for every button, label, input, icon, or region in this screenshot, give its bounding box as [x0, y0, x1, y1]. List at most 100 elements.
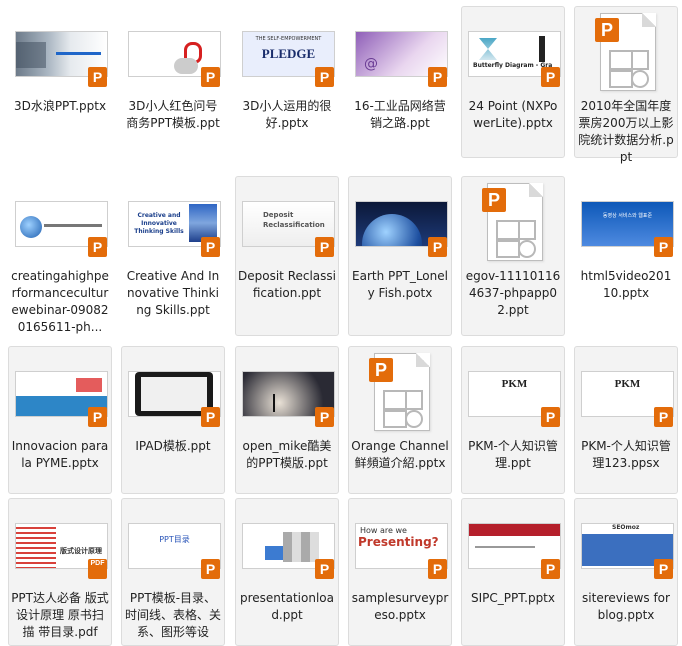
file-name: samplesurveypreso.pptx: [351, 591, 449, 622]
file-item[interactable]: P Innovacion para la PYME.pptx: [8, 346, 112, 494]
file-item[interactable]: Ppresentationload.ppt: [235, 498, 339, 646]
file-thumbnail: P: [462, 177, 564, 267]
file-item[interactable]: P SIPC_PPT.pptx: [461, 498, 565, 646]
ppt-badge-icon: P: [595, 18, 619, 42]
file-name: Creative And Innovative Thinking Skills.…: [126, 269, 220, 317]
file-item[interactable]: How are we Presenting? Psamplesurveypreso.…: [348, 498, 452, 646]
file-name: 3D小人红色问号商务PPT模板.ppt: [126, 99, 220, 130]
ppt-badge-icon: P: [654, 559, 673, 579]
file-item[interactable]: THE SELF-EMPOWERMENT PLEDGE P 3D小人运用的很好.ppt…: [235, 6, 339, 158]
file-name: PPT达人必备 版式设计原理 原书扫描 带目录.pdf: [11, 591, 109, 639]
file-name: 2010年全国年度票房200万以上影院统计数据分析.ppt: [578, 99, 674, 164]
file-thumbnail: Deposit Reclassification P: [236, 177, 338, 267]
ppt-badge-icon: P: [369, 358, 393, 382]
file-name: Deposit Reclassification.ppt: [238, 269, 336, 300]
file-name: sitereviews for blog.pptx: [582, 591, 670, 622]
file-thumbnail: P: [236, 347, 338, 437]
file-name: presentationload.ppt: [240, 591, 334, 622]
ppt-badge-icon: P: [654, 407, 673, 427]
file-name: creatingahighperformanceculturewebinar-0…: [11, 269, 109, 334]
ppt-badge-icon: P: [541, 559, 560, 579]
file-thumbnail: P: [9, 347, 111, 437]
file-thumbnail: P: [349, 177, 451, 267]
file-name: 3D小人运用的很好.pptx: [242, 99, 332, 130]
file-name: html5video20110.pptx: [580, 269, 672, 300]
ppt-badge-icon: P: [428, 237, 447, 257]
ppt-badge-icon: P: [88, 67, 107, 87]
file-item[interactable]: PKM P PKM-个人知识管理123.ppsx: [574, 346, 678, 494]
ppt-badge-icon: P: [482, 188, 506, 212]
ppt-badge-icon: P: [315, 407, 334, 427]
file-thumbnail: @ P: [349, 7, 451, 97]
ppt-badge-icon: P: [315, 559, 334, 579]
file-thumbnail: PKM P: [575, 347, 677, 437]
file-thumbnail: 동영상 서비스와 웹표준 P: [575, 177, 677, 267]
ppt-badge-icon: P: [541, 67, 560, 87]
file-grid: P 3D水浪PPT.pptx P 3D小人红色问号商务PPT模板.ppt THE SEL…: [0, 0, 682, 646]
file-item[interactable]: @ P 16-工业品网络营销之路.ppt: [348, 6, 452, 158]
file-item[interactable]: 版式设计原理 PDF PPT达人必备 版式设计原理 原书扫描 带目录.pdf: [8, 498, 112, 646]
file-item[interactable]: SEOmoz Psitereviews for blog.pptx: [574, 498, 678, 646]
file-name: Orange Channel鲜頻道介紹.pptx: [351, 439, 449, 470]
file-name: egov-111101164637-phpapp02.ppt: [465, 269, 561, 317]
ppt-badge-icon: P: [315, 237, 334, 257]
file-thumbnail: P: [462, 499, 564, 589]
file-item[interactable]: P IPAD模板.ppt: [121, 346, 225, 494]
file-thumbnail: Butterfly Diagram - Gra P: [462, 7, 564, 97]
ppt-file-icon: P: [595, 13, 656, 91]
file-item[interactable]: Deposit Reclassification P Deposit Reclassi…: [235, 176, 339, 336]
file-name: 3D水浪PPT.pptx: [13, 99, 107, 113]
file-name: PKM-个人知识管理.ppt: [468, 439, 558, 470]
ppt-badge-icon: P: [201, 559, 220, 579]
file-item[interactable]: Pcreatingahighperformanceculturewebinar-…: [8, 176, 112, 336]
ppt-badge-icon: P: [541, 407, 560, 427]
file-item[interactable]: PPT目录 P PPT模板-目录、时间线、表格、关系、图形等设: [121, 498, 225, 646]
file-thumbnail: 版式设计原理 PDF: [9, 499, 111, 589]
ppt-badge-icon: P: [201, 407, 220, 427]
file-item[interactable]: 동영상 서비스와 웹표준 Phtml5video20110.pptx: [574, 176, 678, 336]
file-name: IPAD模板.ppt: [135, 439, 211, 453]
file-item[interactable]: P 3D小人红色问号商务PPT模板.ppt: [121, 6, 225, 158]
ppt-file-icon: P: [482, 183, 543, 261]
ppt-badge-icon: P: [201, 237, 220, 257]
ppt-badge-icon: P: [88, 407, 107, 427]
ppt-file-icon: P: [369, 353, 430, 431]
file-thumbnail: P: [349, 347, 451, 437]
ppt-badge-icon: P: [428, 67, 447, 87]
file-thumbnail: P: [9, 177, 111, 267]
ppt-badge-icon: P: [654, 237, 673, 257]
file-name: 16-工业品网络营销之路.ppt: [354, 99, 446, 130]
file-item[interactable]: PKM P PKM-个人知识管理.ppt: [461, 346, 565, 494]
file-name: SIPC_PPT.pptx: [470, 591, 555, 605]
file-name: PPT模板-目录、时间线、表格、关系、图形等设: [124, 591, 221, 639]
file-name: Innovacion para la PYME.pptx: [11, 439, 109, 470]
file-thumbnail: Creative and Innovative Thinking Skills P: [122, 177, 224, 267]
file-thumbnail: How are we Presenting? P: [349, 499, 451, 589]
file-item[interactable]: P 2010年全国年度票房200万以上影院统计数据分析.ppt: [574, 6, 678, 164]
file-item[interactable]: Popen_mike酷美的PPT模版.ppt: [235, 346, 339, 494]
file-thumbnail: P: [122, 7, 224, 97]
file-thumbnail: P: [575, 7, 677, 97]
file-name: Earth PPT_Lonely Fish.potx: [352, 269, 448, 300]
file-item[interactable]: P Earth PPT_Lonely Fish.potx: [348, 176, 452, 336]
file-thumbnail: PPT目录 P: [122, 499, 224, 589]
file-item[interactable]: Pegov-111101164637-phpapp02.ppt: [461, 176, 565, 336]
file-item[interactable]: Creative and Innovative Thinking Skills P…: [121, 176, 225, 336]
file-name: 24 Point (NXPowerLite).pptx: [468, 99, 558, 130]
file-name: open_mike酷美的PPT模版.ppt: [242, 439, 332, 470]
ppt-badge-icon: P: [88, 237, 107, 257]
file-thumbnail: PKM P: [462, 347, 564, 437]
file-thumbnail: THE SELF-EMPOWERMENT PLEDGE P: [236, 7, 338, 97]
pdf-badge-icon: PDF: [88, 559, 107, 579]
file-thumbnail: SEOmoz P: [575, 499, 677, 589]
file-thumbnail: P: [236, 499, 338, 589]
ppt-badge-icon: P: [315, 67, 334, 87]
ppt-badge-icon: P: [428, 559, 447, 579]
file-name: PKM-个人知识管理123.ppsx: [581, 439, 671, 470]
file-item[interactable]: P Orange Channel鲜頻道介紹.pptx: [348, 346, 452, 494]
file-item[interactable]: P 3D水浪PPT.pptx: [8, 6, 112, 158]
ppt-badge-icon: P: [201, 67, 220, 87]
file-item[interactable]: Butterfly Diagram - Gra P 24 Point (NXPowe…: [461, 6, 565, 158]
file-thumbnail: P: [122, 347, 224, 437]
file-thumbnail: P: [9, 7, 111, 97]
